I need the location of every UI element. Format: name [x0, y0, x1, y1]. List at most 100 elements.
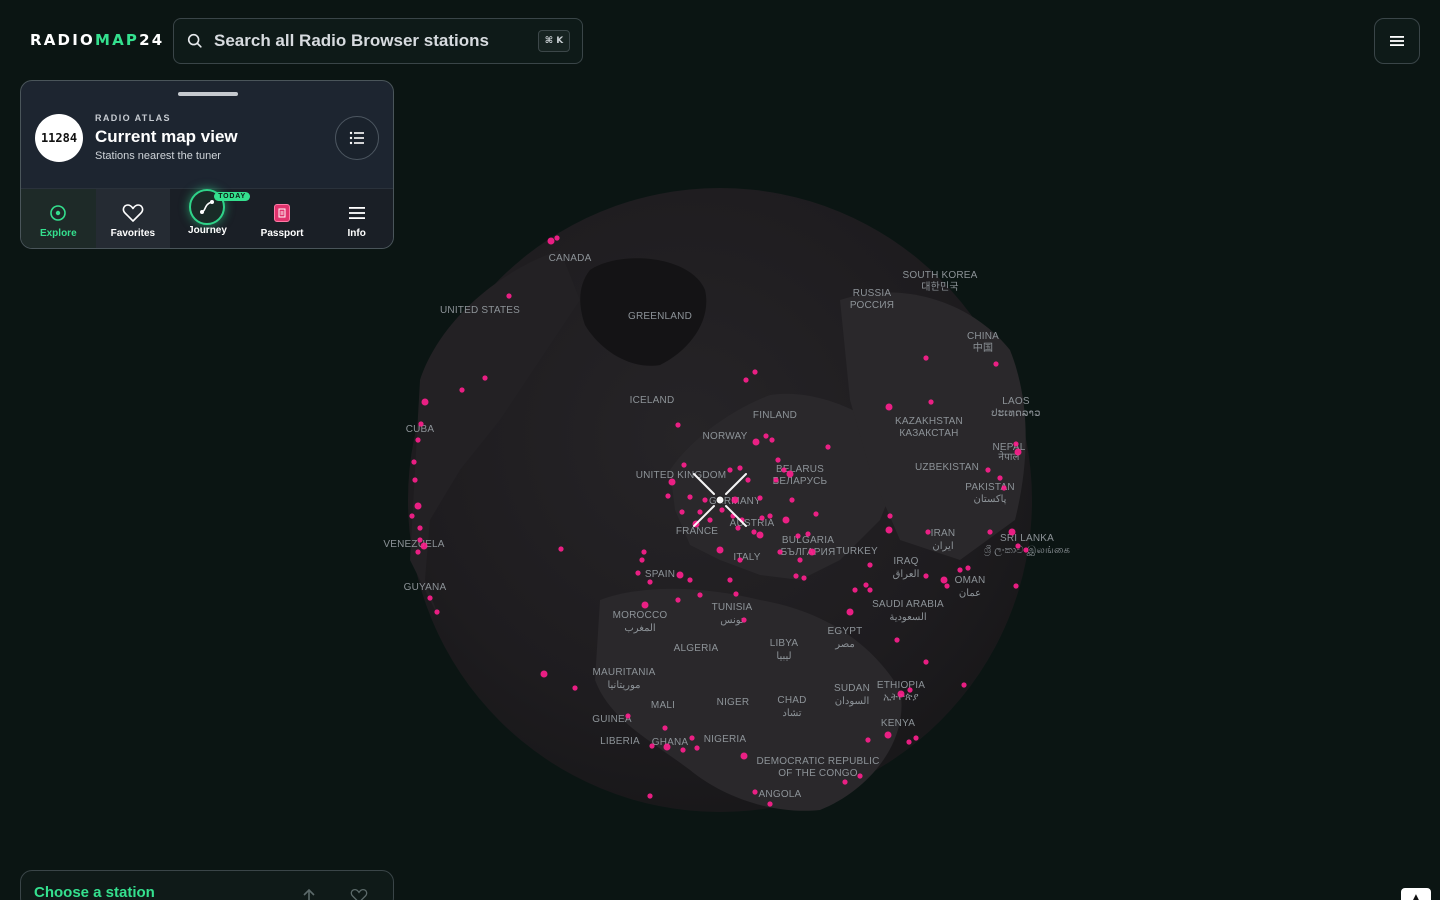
- station-marker[interactable]: [417, 525, 423, 531]
- station-marker[interactable]: [789, 497, 795, 503]
- station-marker[interactable]: [740, 752, 748, 760]
- station-marker[interactable]: [668, 478, 676, 486]
- station-marker[interactable]: [675, 422, 681, 428]
- station-marker[interactable]: [985, 467, 991, 473]
- station-marker[interactable]: [885, 403, 893, 411]
- station-marker[interactable]: [558, 546, 564, 552]
- tab-info[interactable]: Info: [319, 189, 393, 248]
- station-marker[interactable]: [554, 235, 560, 241]
- station-marker[interactable]: [913, 735, 919, 741]
- station-marker[interactable]: [434, 609, 440, 615]
- station-marker[interactable]: [641, 549, 647, 555]
- drag-handle[interactable]: [178, 92, 238, 96]
- station-marker[interactable]: [782, 516, 790, 524]
- station-marker[interactable]: [737, 557, 743, 563]
- station-marker[interactable]: [727, 467, 733, 473]
- station-marker[interactable]: [1008, 528, 1016, 536]
- station-marker[interactable]: [1001, 485, 1007, 491]
- station-marker[interactable]: [887, 513, 893, 519]
- station-marker[interactable]: [697, 509, 703, 515]
- station-marker[interactable]: [414, 502, 422, 510]
- station-marker[interactable]: [719, 507, 725, 513]
- station-marker[interactable]: [813, 511, 819, 517]
- station-marker[interactable]: [730, 513, 736, 519]
- tab-explore[interactable]: Explore: [21, 189, 96, 248]
- station-marker[interactable]: [689, 735, 695, 741]
- station-marker[interactable]: [417, 537, 423, 543]
- station-marker[interactable]: [482, 375, 488, 381]
- station-marker[interactable]: [716, 546, 724, 554]
- station-marker[interactable]: [647, 793, 653, 799]
- station-marker[interactable]: [842, 779, 848, 785]
- station-marker[interactable]: [681, 462, 687, 468]
- station-marker[interactable]: [540, 670, 548, 678]
- station-marker[interactable]: [923, 355, 929, 361]
- station-marker[interactable]: [745, 477, 751, 483]
- station-marker[interactable]: [965, 565, 971, 571]
- station-marker[interactable]: [702, 497, 708, 503]
- station-marker[interactable]: [459, 387, 465, 393]
- station-marker[interactable]: [867, 562, 873, 568]
- station-marker[interactable]: [731, 496, 739, 504]
- station-marker[interactable]: [680, 747, 686, 753]
- station-marker[interactable]: [639, 557, 645, 563]
- station-marker[interactable]: [727, 577, 733, 583]
- station-marker[interactable]: [894, 637, 900, 643]
- station-marker[interactable]: [506, 293, 512, 299]
- arrow-up-icon[interactable]: [301, 888, 317, 900]
- station-marker[interactable]: [925, 529, 931, 535]
- tab-favorites[interactable]: Favorites: [95, 189, 171, 248]
- station-list-button[interactable]: [335, 116, 379, 160]
- favorite-heart-icon[interactable]: [349, 888, 369, 900]
- station-marker[interactable]: [679, 509, 685, 515]
- station-marker[interactable]: [687, 577, 693, 583]
- station-marker[interactable]: [421, 398, 429, 406]
- station-marker[interactable]: [867, 587, 873, 593]
- station-marker[interactable]: [825, 444, 831, 450]
- attribution-toggle-button[interactable]: ▲: [1401, 888, 1431, 900]
- station-marker[interactable]: [777, 549, 783, 555]
- station-marker[interactable]: [863, 582, 869, 588]
- station-marker[interactable]: [752, 789, 758, 795]
- station-marker[interactable]: [801, 575, 807, 581]
- station-marker[interactable]: [418, 421, 424, 427]
- station-marker[interactable]: [865, 737, 871, 743]
- station-marker[interactable]: [786, 470, 794, 478]
- station-marker[interactable]: [675, 597, 681, 603]
- station-marker[interactable]: [1014, 448, 1022, 456]
- station-marker[interactable]: [793, 573, 799, 579]
- station-marker[interactable]: [1013, 441, 1019, 447]
- station-marker[interactable]: [676, 571, 684, 579]
- station-marker[interactable]: [707, 517, 713, 523]
- station-marker[interactable]: [743, 377, 749, 383]
- app-logo[interactable]: RADIOMAP24: [30, 31, 164, 49]
- station-marker[interactable]: [797, 557, 803, 563]
- station-marker[interactable]: [769, 437, 775, 443]
- station-marker[interactable]: [997, 475, 1003, 481]
- station-marker[interactable]: [885, 526, 893, 534]
- station-marker[interactable]: [697, 592, 703, 598]
- station-marker[interactable]: [649, 743, 655, 749]
- station-marker[interactable]: [647, 579, 653, 585]
- station-marker[interactable]: [420, 542, 428, 550]
- station-marker[interactable]: [781, 467, 787, 473]
- station-marker[interactable]: [752, 369, 758, 375]
- station-marker[interactable]: [427, 595, 433, 601]
- main-menu-button[interactable]: [1374, 18, 1420, 64]
- station-marker[interactable]: [694, 745, 700, 751]
- station-marker[interactable]: [957, 567, 963, 573]
- station-marker[interactable]: [805, 531, 811, 537]
- station-marker[interactable]: [1023, 547, 1029, 553]
- search-input[interactable]: [214, 31, 538, 51]
- station-marker[interactable]: [572, 685, 578, 691]
- station-marker[interactable]: [409, 513, 415, 519]
- tab-journey[interactable]: TODAY Journey: [170, 189, 250, 248]
- station-marker[interactable]: [756, 531, 764, 539]
- station-marker[interactable]: [625, 713, 631, 719]
- station-marker[interactable]: [940, 576, 948, 584]
- station-marker[interactable]: [741, 617, 747, 623]
- station-marker[interactable]: [857, 773, 863, 779]
- station-marker[interactable]: [733, 591, 739, 597]
- station-marker[interactable]: [993, 361, 999, 367]
- station-marker[interactable]: [687, 494, 693, 500]
